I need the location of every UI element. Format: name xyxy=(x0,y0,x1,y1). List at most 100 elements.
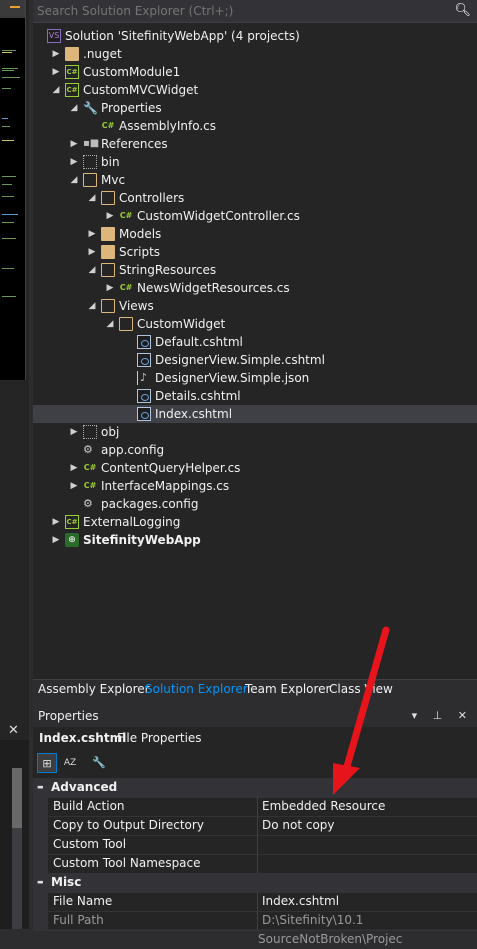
expand-arrow-icon[interactable]: ▶ xyxy=(69,153,79,171)
property-value-cell[interactable]: D:\Sitefinity\10.1 SourceNotBroken\Proje… xyxy=(257,911,477,946)
tree-item-label: Models xyxy=(119,227,162,241)
tree-item[interactable]: C# AssemblyInfo.cs xyxy=(33,117,477,135)
tree-item[interactable]: ▶ Scripts xyxy=(33,243,477,261)
tree-item[interactable]: ⚙ app.config xyxy=(33,441,477,459)
tree-item[interactable]: ◢ Mvc xyxy=(33,171,477,189)
tree-item[interactable]: Index.cshtml xyxy=(33,405,477,423)
properties-toolbar: ⊞ AZ 🔧 xyxy=(33,751,477,775)
tab-team-explorer[interactable]: Team Explorer xyxy=(245,682,331,696)
tab-solution-explorer[interactable]: Solution Explorer xyxy=(145,682,248,696)
tree-item[interactable]: ◢ C# CustomMVCWidget xyxy=(33,81,477,99)
property-value[interactable]: Embedded Resource xyxy=(258,799,385,813)
tree-item-label: AssemblyInfo.cs xyxy=(119,119,217,133)
object-selector[interactable]: Index.cshtml File Properties xyxy=(33,728,477,748)
tab-class-view[interactable]: Class View xyxy=(329,682,393,696)
tree-item-label: Mvc xyxy=(101,173,126,187)
config-file-icon: ⚙ xyxy=(83,443,93,456)
expand-arrow-icon[interactable]: ▶ xyxy=(51,513,61,531)
tree-item[interactable]: ▶ bin xyxy=(33,153,477,171)
collapse-arrow-icon[interactable]: ◢ xyxy=(51,81,61,99)
row-gutter xyxy=(33,892,48,911)
property-row[interactable]: Build Action Embedded Resource xyxy=(33,797,477,817)
left-scrollbar[interactable] xyxy=(12,768,22,929)
expand-arrow-icon[interactable]: ▶ xyxy=(51,45,61,63)
tree-item[interactable]: ◢ 🔧 Properties xyxy=(33,99,477,117)
tree-item[interactable]: ▶ obj xyxy=(33,423,477,441)
property-name: Build Action xyxy=(53,799,125,813)
tree-item[interactable]: VS Solution 'SitefinityWebApp' (4 project… xyxy=(33,27,477,45)
tree-item[interactable]: ▶ ▪■ References xyxy=(33,135,477,153)
tab-assembly-explorer[interactable]: Assembly Explorer xyxy=(38,682,150,696)
property-row[interactable]: Full Path D:\Sitefinity\10.1 SourceNotBro… xyxy=(33,911,477,946)
folder-open-icon xyxy=(101,191,115,205)
window-controls-icon[interactable]: ▾ ⊥ ✕ xyxy=(412,709,473,722)
expand-arrow-icon[interactable]: ▶ xyxy=(69,459,79,477)
category-advanced[interactable]: ▬ Advanced xyxy=(33,778,477,798)
tree-item[interactable]: DesignerView.Simple.json xyxy=(33,369,477,387)
expand-arrow-icon[interactable]: ▶ xyxy=(51,63,61,81)
property-value[interactable] xyxy=(258,837,262,851)
row-gutter xyxy=(33,854,48,873)
tree-item[interactable]: Default.cshtml xyxy=(33,333,477,351)
property-row[interactable]: File Name Index.cshtml xyxy=(33,892,477,912)
expand-arrow-icon[interactable]: ▶ xyxy=(105,207,115,225)
collapse-arrow-icon[interactable]: ◢ xyxy=(69,99,79,117)
expand-arrow-icon[interactable]: ▶ xyxy=(69,135,79,153)
property-value[interactable]: Do not copy xyxy=(258,818,335,832)
search-input[interactable] xyxy=(37,3,437,19)
property-value-cell[interactable]: Index.cshtml xyxy=(257,892,477,911)
collapse-icon[interactable]: ▬ xyxy=(37,873,47,892)
property-value[interactable]: Index.cshtml xyxy=(258,894,339,908)
tree-item-label: app.config xyxy=(101,443,165,457)
tree-item[interactable]: ▶ C# NewsWidgetResources.cs xyxy=(33,279,477,297)
tree-item[interactable]: ◢ CustomWidget xyxy=(33,315,477,333)
property-row[interactable]: Copy to Output Directory Do not copy xyxy=(33,816,477,836)
property-value-cell[interactable] xyxy=(257,835,477,854)
left-editor-strip: ✕ xyxy=(0,0,29,929)
close-icon[interactable]: ✕ xyxy=(8,723,19,738)
tree-item[interactable]: ▶ ⊕ SitefinityWebApp xyxy=(33,531,477,549)
tree-item[interactable]: ▶ C# CustomModule1 xyxy=(33,63,477,81)
expand-arrow-icon[interactable]: ▶ xyxy=(51,531,61,549)
tree-item[interactable]: DesignerView.Simple.cshtml xyxy=(33,351,477,369)
collapse-arrow-icon[interactable]: ◢ xyxy=(87,189,97,207)
collapse-arrow-icon[interactable]: ◢ xyxy=(69,171,79,189)
tree-item[interactable]: ▶ .nuget xyxy=(33,45,477,63)
search-icon[interactable]: 🔍︎ xyxy=(454,3,471,18)
tree-item[interactable]: ◢ StringResources xyxy=(33,261,477,279)
csharp-file-icon: C# xyxy=(101,121,115,130)
categorized-icon[interactable]: ⊞ xyxy=(37,753,57,773)
property-value-cell[interactable] xyxy=(257,854,477,873)
collapse-icon[interactable]: ▬ xyxy=(37,778,47,797)
collapse-arrow-icon[interactable]: ◢ xyxy=(87,297,97,315)
property-value-cell[interactable]: Do not copy xyxy=(257,816,477,835)
row-gutter xyxy=(33,816,48,835)
expand-arrow-icon[interactable]: ▶ xyxy=(105,279,115,297)
expand-arrow-icon[interactable]: ▶ xyxy=(69,477,79,495)
category-misc[interactable]: ▬ Misc xyxy=(33,873,477,893)
property-row[interactable]: Custom Tool xyxy=(33,835,477,855)
alphabetical-icon[interactable]: AZ xyxy=(60,753,80,773)
editor-tab[interactable] xyxy=(0,0,25,18)
collapse-arrow-icon[interactable]: ◢ xyxy=(87,261,97,279)
tree-item[interactable]: ▶ Models xyxy=(33,225,477,243)
property-pages-icon[interactable]: 🔧 xyxy=(89,753,109,773)
expand-arrow-icon[interactable]: ▶ xyxy=(87,243,97,261)
property-value[interactable]: D:\Sitefinity\10.1 SourceNotBroken\Proje… xyxy=(258,913,402,946)
property-row[interactable]: Custom Tool Namespace xyxy=(33,854,477,874)
tree-item[interactable]: ▶ C# InterfaceMappings.cs xyxy=(33,477,477,495)
tree-item[interactable]: ◢ Views xyxy=(33,297,477,315)
tree-item[interactable]: Details.cshtml xyxy=(33,387,477,405)
expand-arrow-icon[interactable]: ▶ xyxy=(69,423,79,441)
tree-item[interactable]: ⚙ packages.config xyxy=(33,495,477,513)
property-value-cell[interactable]: Embedded Resource xyxy=(257,797,477,816)
tree-item[interactable]: ▶ C# ExternalLogging xyxy=(33,513,477,531)
tree-item-label: bin xyxy=(101,155,120,169)
collapse-arrow-icon[interactable]: ◢ xyxy=(105,315,115,333)
tree-item[interactable]: ▶ C# CustomWidgetController.cs xyxy=(33,207,477,225)
expand-arrow-icon[interactable]: ▶ xyxy=(87,225,97,243)
tree-item[interactable]: ◢ Controllers xyxy=(33,189,477,207)
tree-item[interactable]: ▶ C# ContentQueryHelper.cs xyxy=(33,459,477,477)
tree-item-label: Properties xyxy=(101,101,162,115)
property-value[interactable] xyxy=(258,856,262,870)
